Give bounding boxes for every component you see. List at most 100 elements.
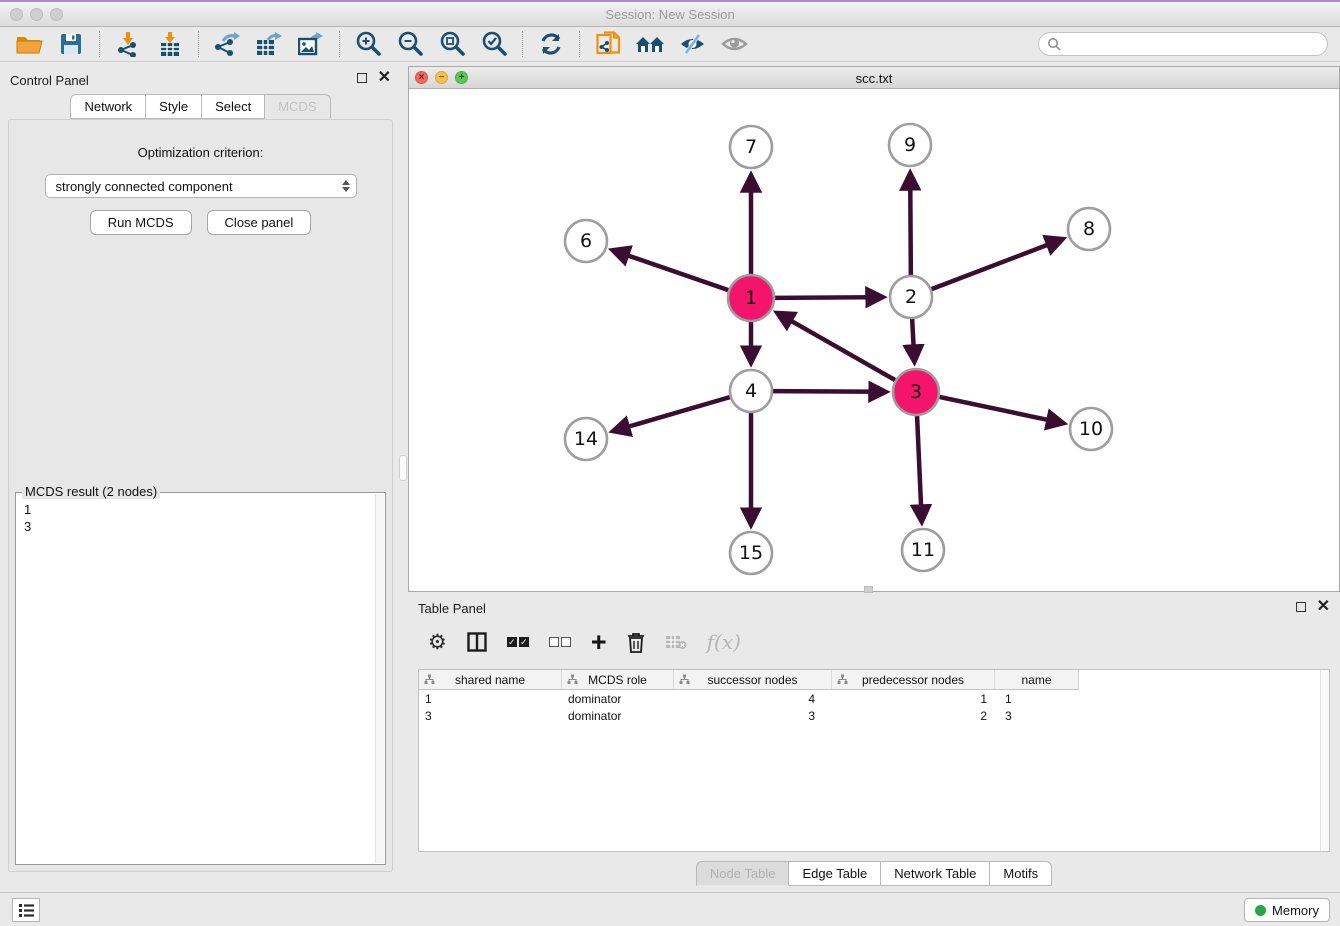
float-panel-icon[interactable] — [357, 73, 367, 83]
memory-button[interactable]: Memory — [1244, 898, 1330, 922]
graph-node-1[interactable]: 1 — [728, 275, 774, 321]
table-cell[interactable]: dominator — [562, 690, 674, 707]
zoom-fit-button[interactable] — [436, 29, 468, 59]
table-row[interactable]: 3dominator323 — [419, 707, 1329, 724]
import-network-button[interactable] — [112, 29, 144, 59]
graph-node-6[interactable]: 6 — [565, 220, 607, 262]
node-table[interactable]: shared nameMCDS rolesuccessor nodes prede… — [418, 669, 1330, 852]
split-columns-button[interactable] — [467, 629, 487, 655]
table-settings-button[interactable]: ⚙ — [428, 629, 447, 655]
search-icon — [1047, 37, 1061, 51]
delete-column-button[interactable] — [627, 629, 645, 655]
task-history-button[interactable] — [12, 898, 40, 922]
table-cell[interactable]: dominator — [562, 707, 674, 724]
edge-4-3[interactable] — [773, 391, 884, 392]
column-header-shared-name[interactable]: shared name — [419, 670, 562, 690]
export-table-button[interactable] — [253, 29, 285, 59]
clone-network-button[interactable] — [592, 29, 624, 59]
graph-node-8[interactable]: 8 — [1068, 208, 1110, 250]
deselect-all-columns-button[interactable] — [549, 629, 571, 655]
table-cell[interactable]: 3 — [419, 707, 562, 724]
column-header-MCDS-role[interactable]: MCDS role — [562, 670, 674, 690]
graph-node-11[interactable]: 11 — [902, 529, 944, 571]
home-button[interactable] — [634, 29, 666, 59]
checked-boxes-icon: ✓✓ — [507, 637, 529, 647]
network-graph[interactable]: 7 9 6 8 1 2 4 3 14 10 15 11 — [409, 89, 1339, 591]
tab-mcds[interactable]: MCDS — [265, 94, 330, 119]
graph-node-4[interactable]: 4 — [730, 370, 772, 412]
export-network-button[interactable] — [211, 29, 243, 59]
add-column-button[interactable]: + — [591, 629, 607, 655]
graph-node-3[interactable]: 3 — [893, 369, 939, 415]
optimization-criterion-select[interactable]: strongly connected component — [45, 174, 357, 198]
search-input[interactable] — [1066, 37, 1319, 51]
edge-3-10[interactable] — [939, 397, 1061, 423]
tab-edge-table[interactable]: Edge Table — [789, 861, 881, 886]
refresh-button[interactable] — [535, 29, 567, 59]
node-label: 3 — [910, 381, 922, 403]
export-image-icon — [298, 31, 324, 57]
result-scrollbar[interactable] — [375, 494, 384, 863]
column-header-successor-nodes[interactable]: successor nodes — [674, 670, 832, 690]
tab-network[interactable]: Network — [70, 94, 146, 119]
edge-3-1[interactable] — [779, 314, 895, 380]
zoom-in-button[interactable] — [352, 29, 384, 59]
graph-node-2[interactable]: 2 — [890, 276, 932, 318]
graph-node-10[interactable]: 10 — [1070, 408, 1112, 450]
save-session-button[interactable] — [55, 29, 87, 59]
table-cell[interactable]: 2 — [832, 707, 995, 724]
horizontal-split-handle[interactable] — [864, 586, 873, 593]
float-table-panel-icon[interactable] — [1296, 602, 1306, 612]
edge-1-6[interactable] — [614, 251, 728, 290]
table-cell[interactable]: 3 — [995, 707, 1079, 724]
show-all-button[interactable] — [718, 29, 750, 59]
table-cell[interactable]: 1 — [419, 690, 562, 707]
combo-stepper-icon — [342, 180, 350, 192]
search-box[interactable] — [1038, 32, 1328, 56]
tab-style[interactable]: Style — [146, 94, 202, 119]
tab-network-table[interactable]: Network Table — [881, 861, 990, 886]
column-header-predecessor-nodes[interactable]: predecessor nodes — [832, 670, 995, 690]
table-scrollbar[interactable] — [1320, 670, 1329, 851]
edge-2-3[interactable] — [912, 319, 914, 360]
tab-select[interactable]: Select — [202, 94, 265, 119]
tab-motifs[interactable]: Motifs — [990, 861, 1052, 886]
table-cell[interactable]: 3 — [674, 707, 832, 724]
table-cell[interactable]: 4 — [674, 690, 832, 707]
tab-node-table[interactable]: Node Table — [696, 861, 790, 886]
table-toolbar: ⚙ ✓✓ + — [408, 621, 1340, 663]
mcds-result-text[interactable]: 1 3 — [16, 493, 385, 543]
zoom-out-button[interactable] — [394, 29, 426, 59]
app-titlebar: Session: New Session — [0, 0, 1340, 27]
close-table-panel-icon[interactable]: ✕ — [1317, 602, 1330, 612]
open-session-button[interactable] — [13, 29, 45, 59]
zoom-selected-button[interactable] — [478, 29, 510, 59]
column-type-icon — [679, 674, 690, 685]
close-panel-icon[interactable]: ✕ — [378, 73, 391, 83]
table-cell[interactable]: 1 — [832, 690, 995, 707]
select-all-columns-button[interactable]: ✓✓ — [507, 629, 529, 655]
network-canvas[interactable]: 7 9 6 8 1 2 4 3 14 10 15 11 — [409, 89, 1339, 591]
control-panel-tabs: Network Style Select MCDS — [0, 94, 401, 119]
edge-3-11[interactable] — [917, 416, 922, 520]
export-image-button[interactable] — [295, 29, 327, 59]
edge-2-8[interactable] — [932, 240, 1061, 289]
column-label: predecessor nodes — [862, 673, 964, 687]
column-header-name[interactable]: name — [995, 670, 1079, 690]
graph-node-7[interactable]: 7 — [730, 126, 772, 168]
graph-node-9[interactable]: 9 — [889, 124, 931, 166]
save-icon — [60, 33, 82, 55]
graph-node-15[interactable]: 15 — [730, 532, 772, 574]
vertical-split-handle[interactable] — [399, 455, 407, 481]
table-row[interactable]: 1dominator411 — [419, 690, 1329, 707]
edge-2-9[interactable] — [910, 175, 911, 275]
hide-selected-button[interactable] — [676, 29, 708, 59]
table-cell[interactable]: 1 — [995, 690, 1079, 707]
import-table-button[interactable] — [154, 29, 186, 59]
edge-1-2[interactable] — [775, 297, 881, 298]
close-panel-button[interactable]: Close panel — [207, 210, 312, 235]
run-mcds-button[interactable]: Run MCDS — [90, 210, 192, 235]
network-window-titlebar[interactable]: × − + scc.txt — [409, 67, 1339, 89]
graph-node-14[interactable]: 14 — [565, 418, 607, 460]
edge-4-14[interactable] — [615, 397, 730, 430]
